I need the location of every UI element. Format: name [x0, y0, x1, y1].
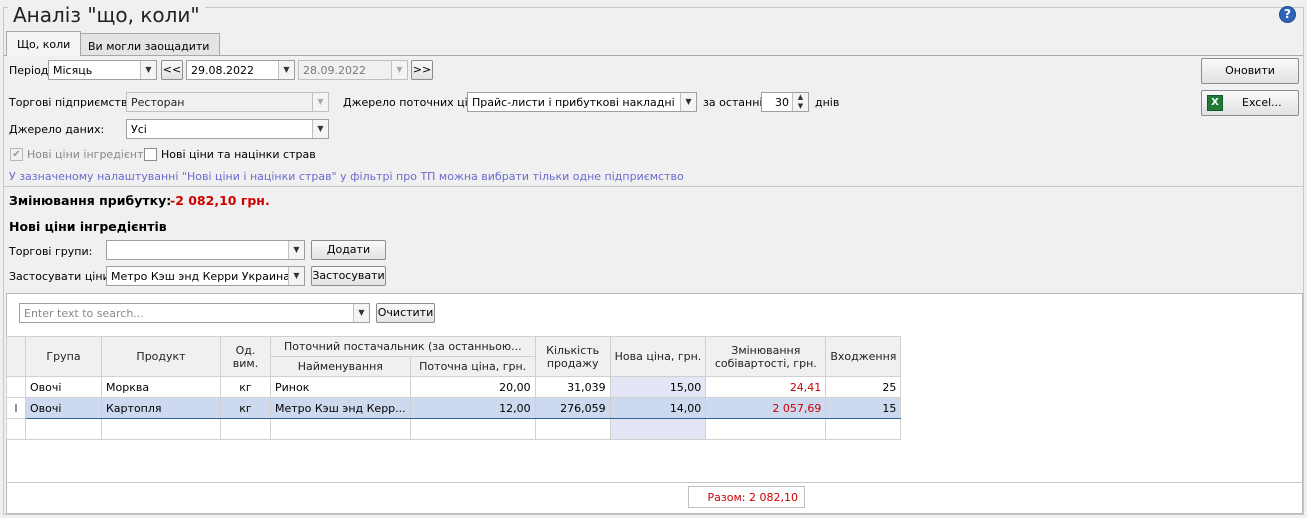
clear-button[interactable]: Очистити	[376, 303, 435, 323]
price-source-select[interactable]: Прайс-листи і прибуткові накладні ▼	[467, 92, 697, 112]
chevron-down-icon: ▼	[680, 93, 696, 111]
cell-current-price: 12,00	[409, 397, 536, 419]
excel-button[interactable]: X Excel...	[1201, 90, 1299, 116]
enterprises-label: Торгові підприємства:	[9, 96, 138, 109]
table-row-empty[interactable]	[6, 418, 902, 440]
date-to-picker: 28.09.2022 ▼	[298, 60, 408, 80]
days-label: днів	[815, 96, 840, 109]
tab-could-save[interactable]: Ви могли заощадити	[77, 33, 221, 55]
new-ingredient-prices-label: Нові ціни інгредієнтів	[27, 148, 154, 161]
refresh-button[interactable]: Оновити	[1201, 58, 1299, 84]
price-source-label: Джерело поточних цін:	[343, 96, 479, 109]
enterprises-select: Ресторан ▼	[126, 92, 329, 112]
trade-groups-label: Торгові групи:	[9, 245, 93, 258]
prev-period-button[interactable]: <<	[161, 60, 183, 80]
data-source-select[interactable]: Усі ▼	[126, 119, 329, 139]
excel-icon: X	[1207, 95, 1223, 111]
row-indicator	[6, 376, 26, 398]
divider	[4, 186, 1303, 187]
cell-cost-change: 24,41	[705, 376, 827, 398]
cell-group: Овочі	[25, 376, 102, 398]
chevron-down-icon: ▼	[353, 304, 369, 322]
new-dish-prices-checkbox[interactable]	[144, 148, 157, 161]
column-header-cost-change[interactable]: Змінювання собівартості, грн.	[705, 336, 827, 377]
window-title: Аналіз "що, коли"	[8, 3, 205, 27]
data-table: Група Продукт Од. вим. Поточний постачал…	[6, 336, 902, 440]
spin-icon: ▲ ▼	[792, 93, 808, 111]
tab-what-when[interactable]: Що, коли	[6, 31, 82, 56]
apply-prices-select[interactable]: Метро Кэш энд Керри Украина ТОВ ▼	[106, 266, 305, 286]
new-dish-prices-label: Нові ціни та націнки страв	[161, 148, 316, 161]
period-select[interactable]: Місяць ▼	[48, 60, 157, 80]
apply-prices-label: Застосувати ціни:	[9, 270, 114, 283]
filter-hint: У зазначеному налаштуванні "Нові ціни і …	[9, 170, 684, 183]
column-header-current-price[interactable]: Поточна ціна, грн.	[409, 356, 536, 377]
cell-occurrences: 15	[825, 397, 902, 419]
cell-new-price[interactable]: 15,00	[609, 376, 707, 398]
cell-current-price: 20,00	[409, 376, 536, 398]
chevron-down-icon: ▼	[312, 93, 328, 111]
table-row[interactable]: Овочі Морква кг Ринок 20,00 31,039 15,00…	[6, 376, 902, 398]
trade-groups-select[interactable]: ▼	[106, 240, 305, 260]
new-ingredient-prices-checkbox: ✔	[10, 148, 23, 161]
tab-divider	[4, 55, 1303, 56]
column-header-product[interactable]: Продукт	[101, 336, 221, 377]
column-header-new-price[interactable]: Нова ціна, грн.	[609, 336, 707, 377]
cell-product: Морква	[101, 376, 221, 398]
data-source-label: Джерело даних:	[9, 123, 105, 136]
chevron-down-icon: ▼	[288, 267, 304, 285]
cell-new-price[interactable]: 14,00	[609, 397, 707, 419]
apply-button[interactable]: Застосувати	[311, 266, 386, 286]
column-header-group[interactable]: Група	[25, 336, 102, 377]
cell-cost-change: 2 057,69	[705, 397, 827, 419]
text-cursor-icon: I	[6, 397, 26, 419]
profit-value: -2 082,10 грн.	[170, 193, 270, 208]
row-indicator-header	[6, 336, 26, 377]
chevron-down-icon: ▼	[140, 61, 156, 79]
chevron-down-icon: ▼	[312, 120, 328, 138]
profit-label: Змінювання прибутку:	[9, 193, 172, 208]
column-header-occurrences[interactable]: Входження	[825, 336, 902, 377]
cell-unit: кг	[220, 376, 271, 398]
cell-product: Картопля	[101, 397, 221, 419]
cell-unit: кг	[220, 397, 271, 419]
chevron-down-icon: ▼	[288, 241, 304, 259]
column-header-supplier-name[interactable]: Найменування	[270, 356, 411, 377]
total-summary: Разом: 2 082,10	[688, 486, 805, 508]
column-header-supplier-group[interactable]: Поточний постачальник (за останньою...	[270, 336, 536, 357]
cell-qty: 276,059	[534, 397, 611, 419]
add-button[interactable]: Додати	[311, 240, 386, 260]
chevron-down-icon: ▼	[391, 61, 407, 79]
for-last-label: за останні	[703, 96, 763, 109]
column-header-unit[interactable]: Од. вим.	[220, 336, 271, 377]
cell-supplier: Ринок	[270, 376, 411, 398]
cell-qty: 31,039	[534, 376, 611, 398]
cell-group: Овочі	[25, 397, 102, 419]
section-title: Нові ціни інгредієнтів	[9, 219, 167, 234]
column-header-sales-qty[interactable]: Кількість продажу	[534, 336, 611, 377]
footer-divider	[6, 482, 1303, 483]
days-stepper[interactable]: 30 ▲ ▼	[761, 92, 809, 112]
next-period-button[interactable]: >>	[411, 60, 433, 80]
period-label: Період	[9, 64, 49, 77]
table-row[interactable]: I Овочі Картопля кг Метро Кэш энд Керр..…	[6, 397, 902, 419]
cell-occurrences: 25	[825, 376, 902, 398]
help-icon[interactable]: ?	[1279, 6, 1296, 23]
cell-supplier: Метро Кэш энд Керр...	[270, 397, 411, 419]
chevron-down-icon: ▼	[278, 61, 294, 79]
search-input[interactable]: Enter text to search... ▼	[19, 303, 370, 323]
date-from-picker[interactable]: 29.08.2022 ▼	[186, 60, 295, 80]
